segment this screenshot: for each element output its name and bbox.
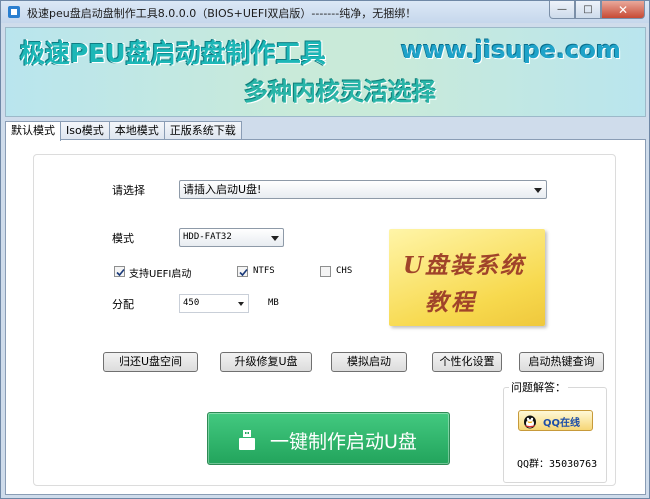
alloc-size-select[interactable]: 450 [179, 294, 249, 313]
banner-subtitle: 多种内核灵活选择 [244, 78, 436, 106]
help-title: 问题解答： [509, 379, 568, 395]
usb-device-select[interactable]: 请插入启动U盘! [179, 180, 547, 199]
ntfs-checkbox[interactable] [237, 266, 248, 277]
usb-icon [239, 430, 255, 450]
tutorial-line-1: U盘装系统 [403, 252, 526, 279]
chevron-down-icon [271, 236, 279, 241]
qq-online-label: QQ在线 [543, 418, 581, 429]
tab-default-mode[interactable]: 默认模式 [5, 121, 61, 141]
tutorial-line-2: 教程 [425, 289, 477, 316]
boot-hotkey-button[interactable]: 启动热键查询 [519, 352, 604, 372]
app-window: 极速peu盘启动盘制作工具8.0.0.0（BIOS+UEFI双启版）------… [0, 0, 650, 499]
usb-device-value: 请插入启动U盘! [183, 183, 262, 196]
qq-penguin-icon [524, 415, 536, 429]
tutorial-note[interactable]: U盘装系统 教程 [389, 229, 545, 326]
qq-group-number: QQ群：35030763 [517, 459, 598, 470]
tab-local-mode[interactable]: 本地模式 [108, 121, 165, 140]
app-icon [8, 6, 20, 18]
window-controls: — □ ✕ [549, 1, 645, 19]
create-boot-usb-label: 一键制作启动U盘 [270, 431, 417, 453]
tab-bar: 默认模式 Iso模式 本地模式 正版系统下载 [5, 121, 242, 141]
header-banner: 极速PEU盘启动盘制作工具 www.jisupe.com 多种内核灵活选择 [5, 27, 646, 117]
chevron-down-icon [534, 188, 542, 193]
ntfs-label: NTFS [253, 266, 275, 276]
select-label: 请选择 [112, 184, 145, 197]
check-icon [116, 268, 125, 277]
alloc-size-value: 450 [183, 298, 200, 308]
close-button[interactable]: ✕ [601, 1, 645, 19]
check-icon [239, 268, 248, 277]
banner-title: 极速PEU盘启动盘制作工具 [20, 39, 326, 68]
minimize-button[interactable]: — [549, 1, 575, 19]
alloc-label: 分配 [112, 298, 134, 311]
mode-select[interactable]: HDD-FAT32 [179, 228, 284, 247]
uefi-checkbox[interactable] [114, 266, 125, 277]
restore-usb-space-button[interactable]: 归还U盘空间 [103, 352, 198, 372]
window-title: 极速peu盘启动盘制作工具8.0.0.0（BIOS+UEFI双启版）------… [27, 7, 417, 20]
tab-system-download[interactable]: 正版系统下载 [163, 121, 242, 140]
upgrade-repair-button[interactable]: 升级修复U盘 [220, 352, 312, 372]
tab-iso-mode[interactable]: Iso模式 [60, 121, 110, 140]
mode-value: HDD-FAT32 [183, 232, 232, 242]
chs-checkbox[interactable] [320, 266, 331, 277]
chevron-down-icon [238, 302, 244, 306]
qq-online-button[interactable]: QQ在线 [518, 410, 593, 431]
uefi-label: 支持UEFI启动 [129, 269, 192, 280]
chs-label: CHS [336, 266, 353, 276]
create-boot-usb-button[interactable]: 一键制作启动U盘 [207, 412, 450, 465]
personalize-button[interactable]: 个性化设置 [432, 352, 502, 372]
title-bar[interactable]: 极速peu盘启动盘制作工具8.0.0.0（BIOS+UEFI双启版）------… [1, 1, 649, 23]
alloc-unit: MB [268, 298, 279, 308]
banner-url: www.jisupe.com [400, 36, 621, 64]
mode-label: 模式 [112, 232, 134, 245]
maximize-button[interactable]: □ [575, 1, 601, 19]
simulate-boot-button[interactable]: 模拟启动 [331, 352, 407, 372]
